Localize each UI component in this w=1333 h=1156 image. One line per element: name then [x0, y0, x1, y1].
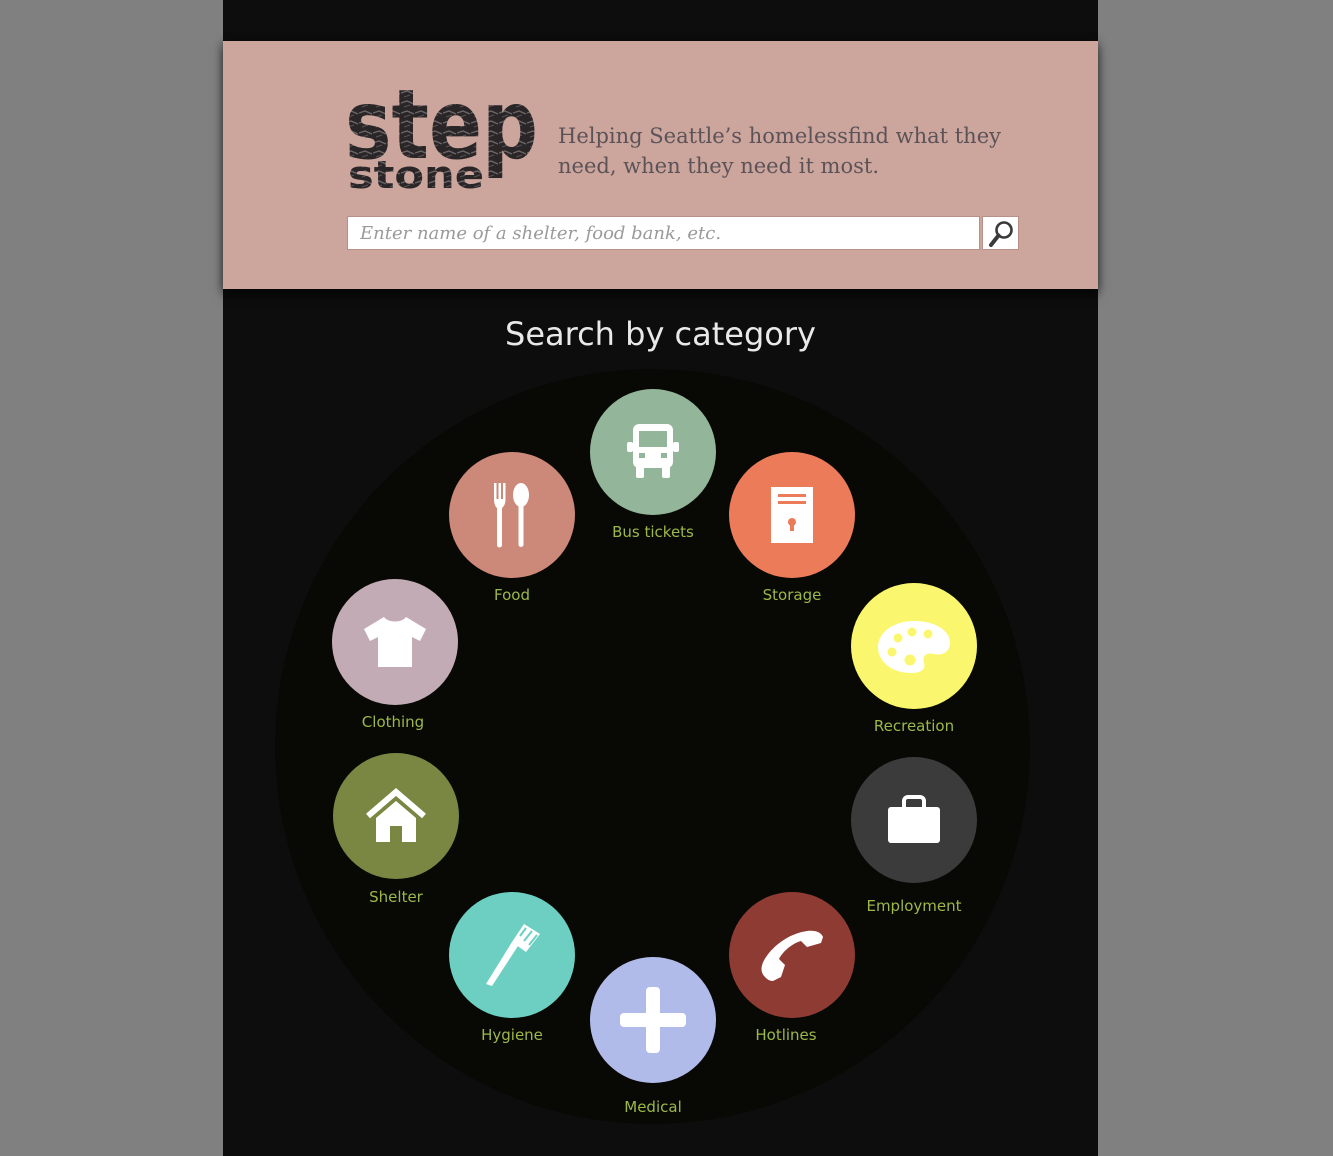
category-bus-tickets[interactable]: Bus tickets: [573, 389, 733, 541]
category-food[interactable]: Food: [432, 452, 592, 604]
storage-circle: [729, 452, 855, 578]
search-button[interactable]: [982, 216, 1019, 250]
bus-tickets-circle: [590, 389, 716, 515]
hygiene-circle: [449, 892, 575, 1018]
category-hygiene[interactable]: Hygiene: [432, 892, 592, 1044]
search-input[interactable]: [347, 216, 980, 250]
step-stone-logo[interactable]: step stone: [345, 68, 540, 193]
fork-spoon-icon: [494, 483, 529, 548]
category-recreation[interactable]: Recreation: [834, 583, 994, 735]
shelter-circle: [333, 753, 459, 879]
tagline: Helping Seattle’s homelessfind what they…: [558, 124, 1001, 178]
category-hotlines[interactable]: Hotlines: [712, 892, 872, 1044]
house-icon: [366, 788, 426, 842]
category-label: Food: [494, 586, 530, 604]
category-label: Bus tickets: [612, 523, 694, 541]
hotlines-circle: [729, 892, 855, 1018]
shirt-icon: [364, 617, 426, 667]
toothbrush-icon: [486, 924, 540, 986]
phone-icon: [761, 930, 823, 981]
medical-circle: [590, 957, 716, 1083]
food-circle: [449, 452, 575, 578]
plus-icon: [620, 987, 686, 1053]
category-label: Hygiene: [481, 1026, 543, 1044]
category-storage[interactable]: Storage: [712, 452, 872, 604]
category-label: Medical: [624, 1098, 682, 1116]
section-title: Search by category: [505, 315, 816, 353]
category-shelter[interactable]: Shelter: [316, 753, 476, 906]
locker-icon: [771, 487, 813, 543]
category-label: Recreation: [873, 717, 955, 735]
magnifier-icon: [988, 221, 1013, 247]
page: step stone Helping Seattle’s homelessfin…: [223, 0, 1098, 1156]
briefcase-icon: [888, 795, 940, 843]
bus-icon: [627, 424, 679, 478]
category-label: Clothing: [361, 713, 425, 731]
category-medical[interactable]: Medical: [573, 957, 733, 1116]
employment-circle: [851, 757, 977, 883]
header: step stone Helping Seattle’s homelessfin…: [223, 41, 1098, 289]
category-label: Shelter: [369, 888, 423, 906]
palette-icon: [878, 621, 950, 673]
svg-text:stone: stone: [348, 153, 484, 193]
recreation-circle: [851, 583, 977, 709]
